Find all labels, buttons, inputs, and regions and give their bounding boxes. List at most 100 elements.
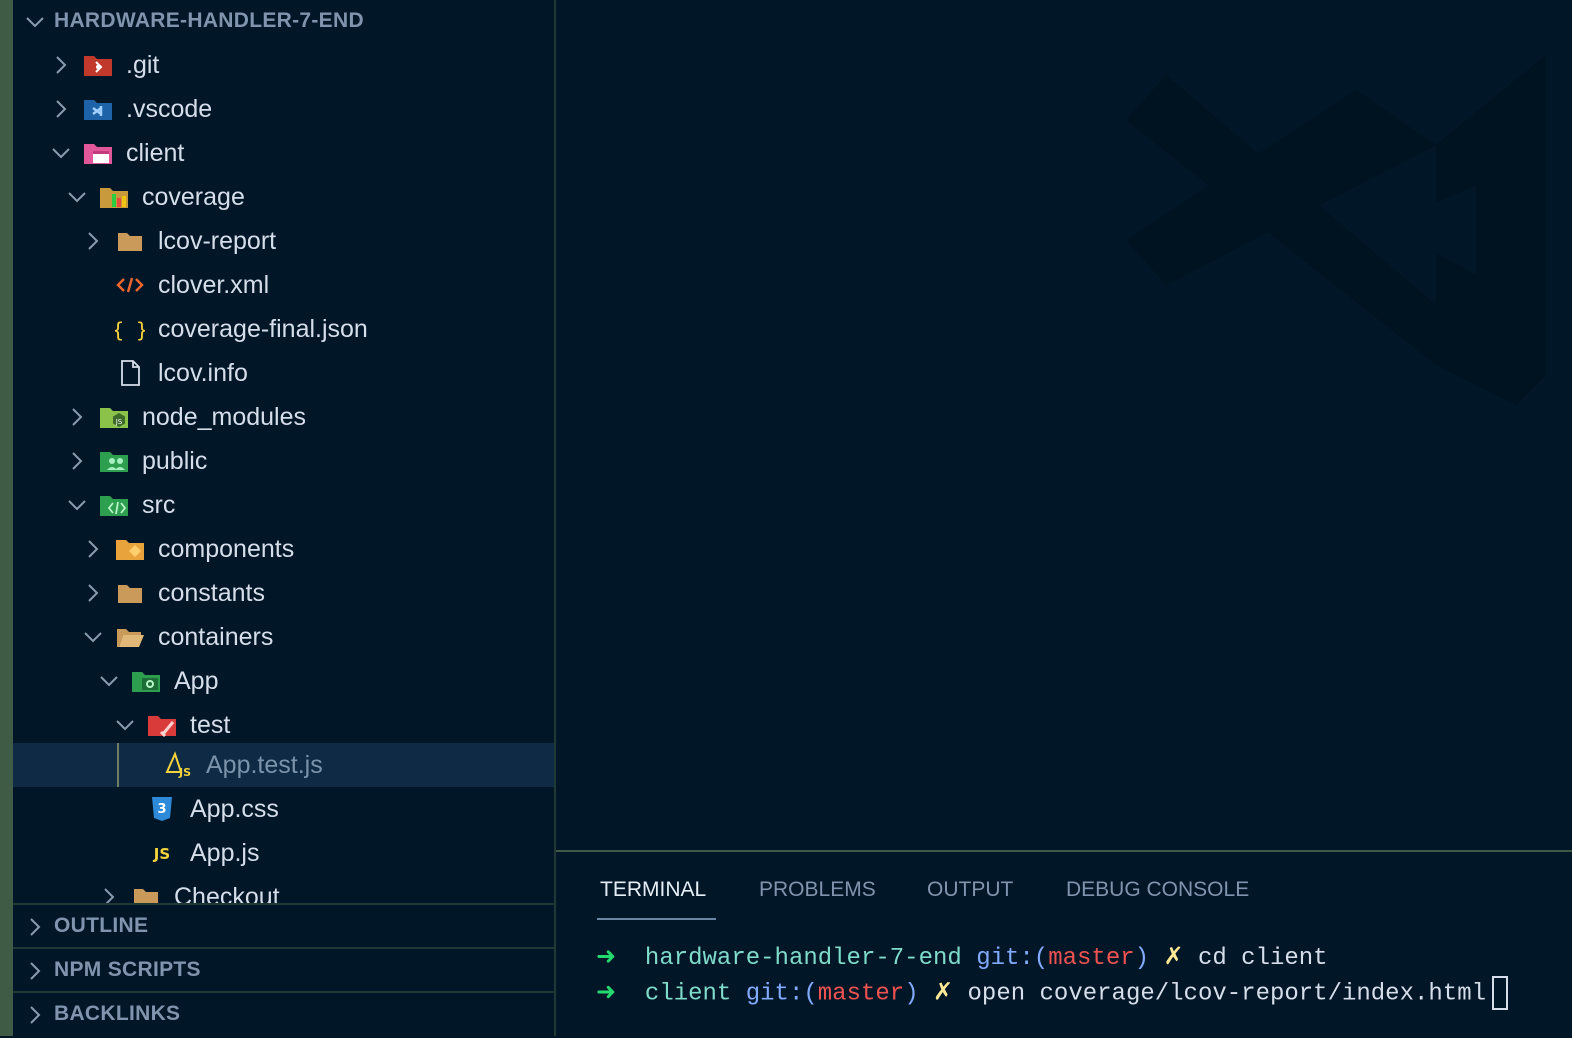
folder-src-icon <box>99 491 129 519</box>
tree-item-label: coverage <box>142 183 245 211</box>
svg-text:{ }: { } <box>115 318 145 342</box>
css-file-icon: 3 <box>147 795 177 823</box>
outline-label: OUTLINE <box>54 914 149 937</box>
tree-item-lcov-report[interactable]: lcov-report <box>13 219 554 263</box>
tree-item-label: node_modules <box>142 403 307 431</box>
tree-item-label: App.css <box>190 795 279 823</box>
tree-item-app-test-js[interactable]: JS App.test.js <box>13 743 554 787</box>
folder-app-icon <box>131 667 161 695</box>
tab-output[interactable]: OUTPUT <box>927 878 1013 902</box>
folder-icon <box>115 227 145 255</box>
tree-item-label: .vscode <box>126 95 213 123</box>
prompt-branch: master <box>1048 945 1135 972</box>
tree-item-containers[interactable]: containers <box>13 615 554 659</box>
tree-item-label: test <box>190 711 231 739</box>
folder-test-icon <box>147 711 177 739</box>
tree-item-label: App <box>174 667 219 695</box>
npm-scripts-section[interactable]: NPM SCRIPTS <box>13 947 554 993</box>
folder-icon <box>131 883 161 903</box>
prompt-dirty-mark: ✗ <box>1163 945 1184 972</box>
tree-item-vscode[interactable]: .vscode <box>13 87 554 131</box>
terminal-line[interactable]: ➜ client git:(master) ✗ open coverage/lc… <box>596 976 1508 1010</box>
folder-icon <box>115 579 145 607</box>
tree-item-label: public <box>142 447 208 475</box>
tree-item-components[interactable]: components <box>13 527 554 571</box>
tree-item-test-folder[interactable]: test <box>13 703 554 747</box>
tree-item-label: App.js <box>190 839 260 867</box>
tree-item-coverage-final-json[interactable]: { } coverage-final.json <box>13 307 554 351</box>
terminal-line[interactable]: ➜ hardware-handler-7-end git:(master) ✗ … <box>596 942 1328 972</box>
prompt-git: git:( <box>745 980 818 1008</box>
tree-item-client[interactable]: client <box>13 131 554 175</box>
chevron-right-icon <box>104 888 115 903</box>
tree-item-lcov-info[interactable]: lcov.info <box>13 351 554 395</box>
backlinks-section[interactable]: BACKLINKS <box>13 991 554 1036</box>
tree-item-src[interactable]: src <box>13 483 554 527</box>
explorer-sidebar: HARDWARE-HANDLER-7-END .git .vscode clie… <box>13 0 554 1036</box>
chevron-right-icon <box>72 408 83 426</box>
prompt-directory: client <box>644 980 732 1008</box>
chevron-right-icon <box>30 1006 41 1024</box>
test-js-file-icon: JS <box>163 751 193 779</box>
explorer-root-header[interactable]: HARDWARE-HANDLER-7-END <box>13 0 554 44</box>
folder-open-icon <box>115 623 145 651</box>
tree-item-label: lcov-report <box>158 227 277 255</box>
explorer-root-label: HARDWARE-HANDLER-7-END <box>54 9 364 32</box>
chevron-down-icon <box>68 500 86 511</box>
folder-components-icon <box>115 535 145 563</box>
tab-debug-console[interactable]: DEBUG CONSOLE <box>1066 878 1249 902</box>
chevron-down-icon <box>68 192 86 203</box>
tree-item-app-js[interactable]: JS App.js <box>13 831 554 875</box>
folder-node-icon: JS <box>99 403 129 431</box>
prompt-dirty-mark: ✗ <box>933 980 954 1008</box>
tree-item-checkout[interactable]: Checkout <box>13 875 554 903</box>
terminal-command: cd client <box>1197 945 1328 972</box>
editor-area <box>556 0 1572 850</box>
js-file-icon: JS <box>147 839 177 867</box>
tree-item-label: src <box>142 491 176 519</box>
tree-item-clover-xml[interactable]: clover.xml <box>13 263 554 307</box>
tree-item-public[interactable]: public <box>13 439 554 483</box>
terminal-command: open coverage/lcov-report/index.html <box>967 980 1486 1008</box>
folder-coverage-icon <box>99 183 129 211</box>
outline-section[interactable]: OUTLINE <box>13 903 554 949</box>
terminal-cursor <box>1492 976 1508 1010</box>
npm-scripts-label: NPM SCRIPTS <box>54 958 201 981</box>
tree-item-label: components <box>158 535 295 563</box>
svg-text:3: 3 <box>157 802 166 817</box>
tree-item-label: client <box>126 139 185 167</box>
tab-problems[interactable]: PROBLEMS <box>759 878 876 902</box>
tree-item-git[interactable]: .git <box>13 43 554 87</box>
tree-item-label: lcov.info <box>158 359 248 387</box>
prompt-arrow: ➜ <box>596 945 617 972</box>
indent-guide <box>117 743 119 787</box>
vscode-logo-watermark-icon <box>1126 55 1546 405</box>
chevron-down-icon <box>100 676 118 687</box>
svg-text:JS: JS <box>115 418 123 426</box>
chevron-right-icon <box>88 540 99 558</box>
xml-file-icon <box>115 271 145 299</box>
tree-item-label: constants <box>158 579 266 607</box>
activity-bar-edge <box>0 0 13 1036</box>
chevron-down-icon <box>84 632 102 643</box>
chevron-right-icon <box>56 100 67 118</box>
tree-item-app-folder[interactable]: App <box>13 659 554 703</box>
chevron-right-icon <box>30 918 41 936</box>
tree-item-constants[interactable]: constants <box>13 571 554 615</box>
tree-item-label: containers <box>158 623 274 651</box>
tree-item-app-css[interactable]: 3 App.css <box>13 787 554 831</box>
tree-item-coverage[interactable]: coverage <box>13 175 554 219</box>
chevron-right-icon <box>56 56 67 74</box>
tab-terminal[interactable]: TERMINAL <box>600 878 706 902</box>
active-tab-indicator <box>597 918 716 920</box>
chevron-right-icon <box>88 584 99 602</box>
folder-public-icon <box>99 447 129 475</box>
svg-text:JS: JS <box>178 766 191 779</box>
folder-client-icon <box>83 139 113 167</box>
tree-item-label: Checkout <box>174 883 280 903</box>
tree-item-label: App.test.js <box>206 751 323 779</box>
prompt-git-close: ) <box>1134 945 1150 972</box>
tree-item-node-modules[interactable]: JS node_modules <box>13 395 554 439</box>
chevron-right-icon <box>30 962 41 980</box>
chevron-down-icon <box>116 720 134 731</box>
